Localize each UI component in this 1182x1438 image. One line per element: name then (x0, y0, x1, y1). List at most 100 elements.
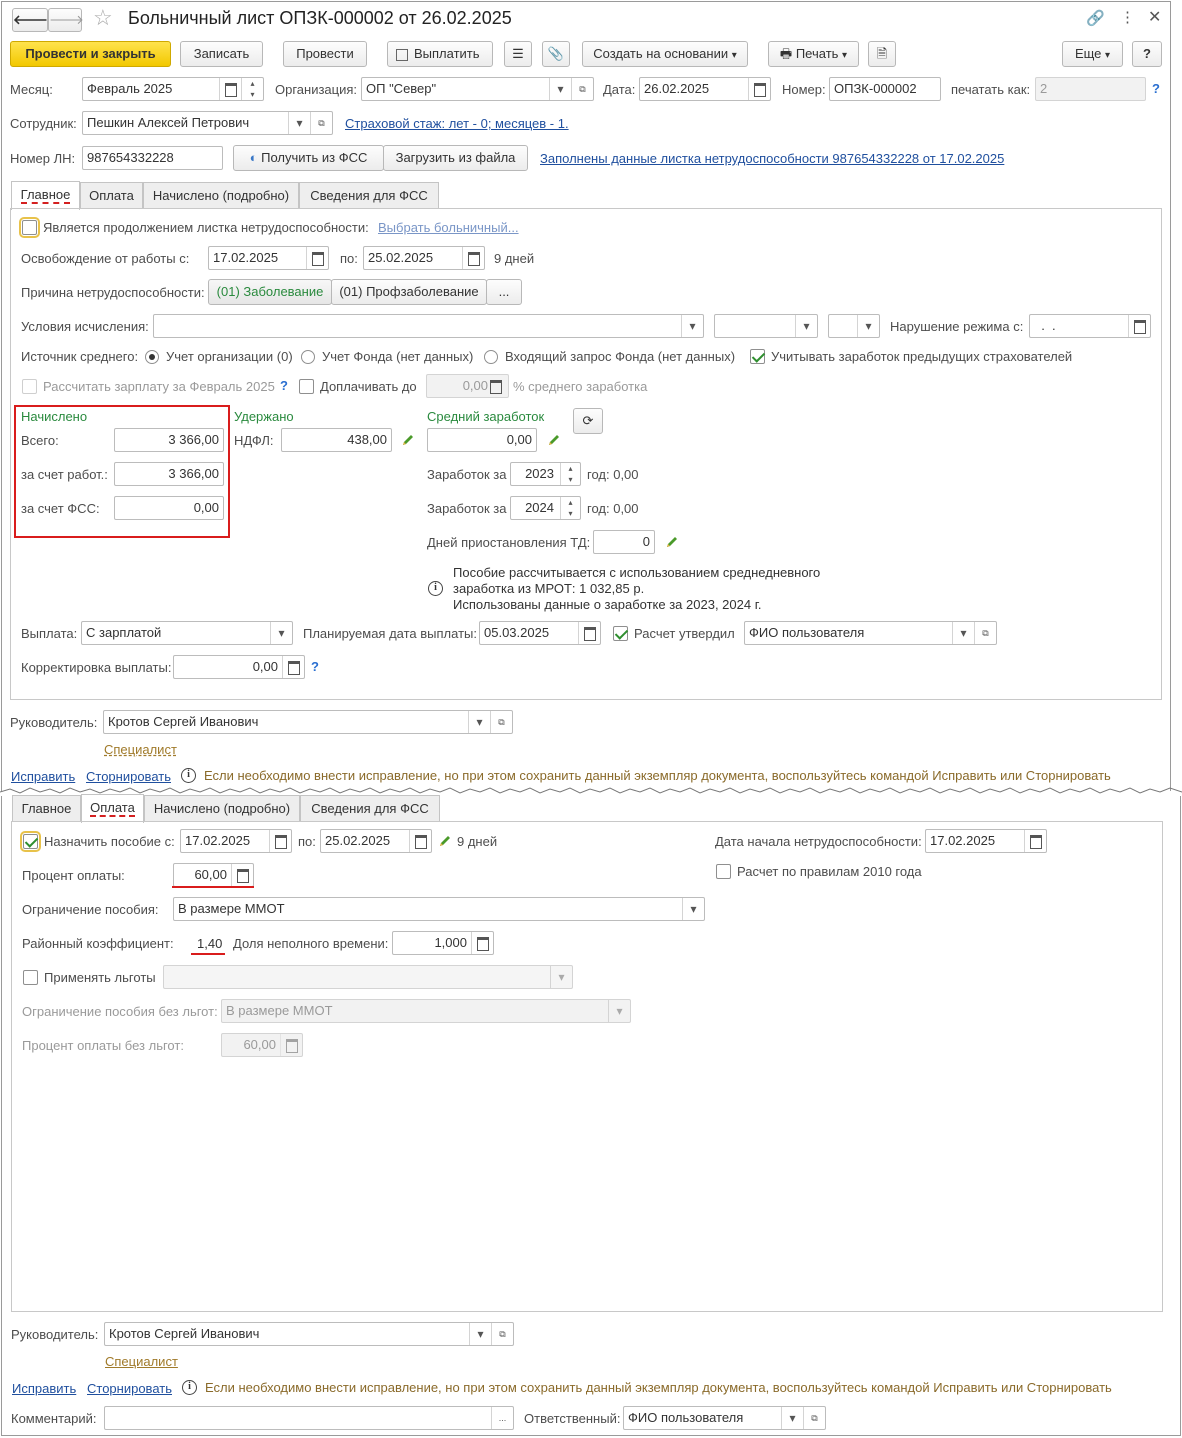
open-icon[interactable]: ⧉ (803, 1407, 825, 1429)
attachment-icon[interactable]: 📎 (542, 41, 570, 67)
pencil-icon[interactable] (438, 834, 452, 848)
organization-field[interactable]: ОП "Север"⧉ (361, 77, 594, 101)
specialist-link[interactable]: Специалист (104, 742, 177, 758)
prev-insurers-checkbox[interactable] (750, 349, 765, 364)
link-icon[interactable]: 🔗 (1086, 9, 1105, 27)
tab-main-2[interactable]: Главное (12, 795, 81, 822)
comment-more-button[interactable]: ... (491, 1407, 513, 1429)
fss-field[interactable]: 0,00 (114, 496, 224, 520)
pay-button[interactable]: Выплатить (387, 41, 493, 67)
save-button[interactable]: Записать (180, 41, 263, 67)
choose-sick-leave-link[interactable]: Выбрать больничный... (378, 220, 519, 236)
menu-dots-icon[interactable]: ⋮ (1120, 8, 1135, 26)
calculator-icon[interactable] (231, 864, 253, 886)
tab-payment-2[interactable]: Оплата (81, 794, 144, 823)
help-question-icon[interactable]: ? (311, 659, 319, 674)
benefits-field[interactable] (163, 965, 573, 989)
start-date-field[interactable]: 17.02.2025 (925, 829, 1047, 853)
manager-field[interactable]: Кротов Сергей Иванович⧉ (103, 710, 513, 734)
calendar-icon[interactable] (219, 78, 241, 100)
total-field[interactable]: 3 366,00 (114, 428, 224, 452)
calc-salary-checkbox[interactable] (22, 379, 37, 394)
pencil-icon[interactable] (547, 433, 561, 447)
insurance-period-link[interactable]: Страховой стаж: лет - 0; месяцев - 1. (345, 116, 569, 132)
assign-to-field[interactable]: 25.02.2025 (320, 829, 432, 853)
report-icon[interactable]: 🗎 (868, 41, 896, 67)
calculator-icon[interactable] (471, 932, 493, 954)
calculator-icon[interactable] (280, 1034, 302, 1056)
comment-field[interactable]: ... (104, 1406, 514, 1430)
dropdown-arrow-icon[interactable] (781, 1407, 803, 1429)
calendar-icon[interactable] (462, 247, 484, 269)
ln-number-field[interactable]: 987654332228 (82, 146, 223, 170)
more-button[interactable]: Еще ▾ (1062, 41, 1123, 67)
post-and-close-button[interactable]: Провести и закрыть (10, 41, 171, 67)
reason-disease-button[interactable]: (01) Заболевание (208, 279, 332, 305)
calendar-icon[interactable] (1128, 315, 1150, 337)
release-from-field[interactable]: 17.02.2025 (208, 246, 329, 270)
dropdown-arrow-icon[interactable] (795, 315, 817, 337)
conditions-field-3[interactable] (828, 314, 880, 338)
back-button[interactable]: 🡐 (12, 8, 48, 32)
ndfl-field[interactable]: 438,00 (281, 428, 392, 452)
month-field[interactable]: Февраль 2025 ▴ ▾ (82, 77, 264, 101)
part-time-field[interactable]: 1,000 (392, 931, 494, 955)
tab-fss-info-2[interactable]: Сведения для ФСС (300, 795, 440, 822)
calendar-icon[interactable] (748, 78, 770, 100)
rules-2010-checkbox[interactable] (716, 864, 731, 879)
dropdown-arrow-icon[interactable] (288, 112, 310, 134)
planned-date-field[interactable]: 05.03.2025 (479, 621, 601, 645)
employee-field[interactable]: Пешкин Алексей Петрович⧉ (82, 111, 333, 135)
calendar-icon[interactable] (409, 830, 431, 852)
open-icon[interactable]: ⧉ (974, 622, 996, 644)
calculator-icon[interactable] (282, 656, 304, 678)
fix-link-2[interactable]: Исправить (12, 1381, 76, 1397)
spinner-icon[interactable]: ▴ ▾ (241, 78, 263, 100)
avg-earnings-field[interactable]: 0,00 (427, 428, 537, 452)
dropdown-arrow-icon[interactable] (857, 315, 879, 337)
print-button[interactable]: 🖶 Печать ▾ (768, 41, 859, 67)
limit-no-benefits-field[interactable]: В размере ММОТ (221, 999, 631, 1023)
tab-main[interactable]: Главное (11, 181, 80, 210)
specialist-link-2[interactable]: Специалист (105, 1354, 178, 1370)
dropdown-arrow-icon[interactable] (550, 966, 572, 988)
print-as-field[interactable]: 2 (1035, 77, 1146, 101)
close-icon[interactable]: ✕ (1148, 7, 1161, 27)
open-icon[interactable]: ⧉ (571, 78, 593, 100)
storno-link-2[interactable]: Сторнировать (87, 1381, 172, 1397)
tab-accrued-detailed-2[interactable]: Начислено (подробно) (144, 795, 300, 822)
calendar-icon[interactable] (1024, 830, 1046, 852)
limit-field[interactable]: В размере ММОТ (173, 897, 705, 921)
reason-occupational-button[interactable]: (01) Профзаболевание (331, 279, 487, 305)
get-from-fss-button[interactable]: ◐ Получить из ФСС (233, 145, 384, 171)
release-to-field[interactable]: 25.02.2025 (363, 246, 485, 270)
load-from-file-button[interactable]: Загрузить из файла (383, 145, 528, 171)
dropdown-arrow-icon[interactable] (682, 898, 704, 920)
assign-benefit-checkbox[interactable] (20, 831, 41, 852)
help-question-icon[interactable]: ? (280, 378, 288, 393)
approved-by-field[interactable]: ФИО пользователя⧉ (744, 621, 997, 645)
suspension-days-field[interactable]: 0 (593, 530, 655, 554)
assign-from-field[interactable]: 17.02.2025 (180, 829, 292, 853)
dropdown-arrow-icon[interactable] (952, 622, 974, 644)
pencil-icon[interactable] (665, 535, 679, 549)
open-icon[interactable]: ⧉ (491, 1323, 513, 1345)
approved-checkbox[interactable] (613, 626, 628, 641)
tab-fss-info[interactable]: Сведения для ФСС (299, 182, 439, 209)
number-field[interactable]: ОПЗК-000002 (829, 77, 941, 101)
correction-field[interactable]: 0,00 (173, 655, 305, 679)
spinner-icon[interactable]: ▴ ▾ (560, 497, 580, 519)
create-based-on-button[interactable]: Создать на основании ▾ (582, 41, 748, 67)
dropdown-arrow-icon[interactable] (468, 711, 490, 733)
date-field[interactable]: 26.02.2025 (639, 77, 771, 101)
payment-field[interactable]: С зарплатой (81, 621, 293, 645)
help-button[interactable]: ? (1132, 41, 1162, 67)
tab-accrued-detailed[interactable]: Начислено (подробно) (143, 182, 299, 209)
responsible-field[interactable]: ФИО пользователя⧉ (623, 1406, 826, 1430)
conditions-field[interactable] (153, 314, 704, 338)
benefits-checkbox[interactable] (23, 970, 38, 985)
reason-more-button[interactable]: ... (486, 279, 522, 305)
dropdown-arrow-icon[interactable] (549, 78, 571, 100)
source-fund-radio[interactable] (301, 350, 315, 364)
forward-button[interactable]: 🡒 (48, 8, 84, 32)
